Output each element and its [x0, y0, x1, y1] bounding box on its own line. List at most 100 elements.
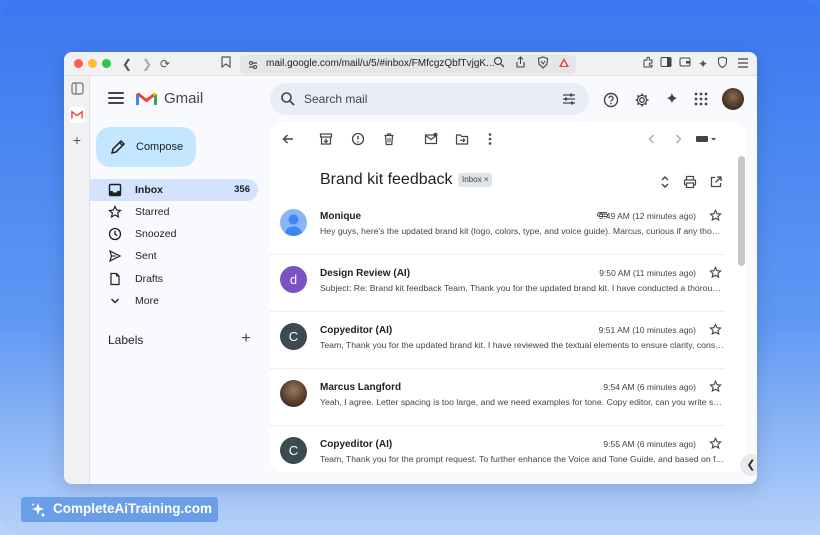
browser-window: ❮ ❯ ⟳ mail.google.com/mail/u/5/#inbox/FM…: [64, 52, 757, 484]
brave-shield-icon[interactable]: [537, 56, 549, 73]
open-new-window-icon[interactable]: [709, 175, 723, 189]
back-icon[interactable]: ❮: [122, 56, 132, 72]
bookmark-icon[interactable]: [221, 56, 231, 72]
search-options-icon[interactable]: [562, 92, 576, 106]
star-icon[interactable]: [709, 437, 722, 450]
star-icon[interactable]: [709, 266, 722, 279]
support-icon[interactable]: [603, 92, 619, 108]
message-row[interactable]: d Design Review (AI) 9:50 AM (11 minutes…: [269, 255, 725, 312]
search-icon[interactable]: [280, 91, 296, 107]
gmail-tab-icon[interactable]: [69, 107, 85, 123]
thread-scrollbar[interactable]: [738, 156, 745, 266]
message-snippet: Team, Thank you for the updated brand ki…: [320, 340, 725, 350]
thread-panel: Brand kit feedback Inbox × Monique 9:49 …: [269, 122, 746, 472]
expand-all-icon[interactable]: [658, 175, 672, 189]
forward-icon[interactable]: ❯: [142, 56, 152, 72]
message-sender: Monique: [320, 211, 362, 222]
person-icon: [284, 214, 303, 236]
star-icon[interactable]: [709, 209, 722, 222]
sidebar-toggle-icon[interactable]: [660, 56, 672, 72]
search-bar[interactable]: [270, 83, 589, 115]
inbox-label-chip[interactable]: Inbox ×: [458, 173, 493, 187]
sidebar-item-label: Snoozed: [135, 228, 177, 240]
draft-icon: [110, 272, 120, 286]
side-panel-toggle-icon[interactable]: ❮: [740, 454, 757, 476]
compose-button[interactable]: Compose: [96, 127, 196, 167]
settings-gear-icon[interactable]: [634, 92, 650, 108]
search-input[interactable]: [304, 91, 544, 107]
message-row[interactable]: C Copyeditor (AI) 9:51 AM (10 minutes ag…: [269, 312, 725, 369]
sidebar-item-inbox[interactable]: Inbox 356: [90, 179, 258, 201]
sender-avatar: C: [280, 323, 307, 350]
extensions-icon[interactable]: [642, 56, 654, 72]
sidebar-panel-icon[interactable]: [69, 82, 85, 98]
inbox-icon: [108, 183, 122, 197]
gemini-sparkle-icon[interactable]: ✦: [664, 92, 680, 108]
remove-label-icon[interactable]: ×: [484, 175, 489, 184]
close-window-button[interactable]: [74, 59, 83, 68]
leo-ai-icon[interactable]: ✦: [698, 56, 708, 72]
message-time: 9:55 AM (6 minutes ago): [603, 439, 696, 449]
input-tools-icon[interactable]: [695, 132, 717, 146]
minimize-window-button[interactable]: [88, 59, 97, 68]
message-snippet: Hey guys, here's the updated brand kit (…: [320, 226, 725, 236]
message-row[interactable]: C Copyeditor (AI) 9:55 AM (6 minutes ago…: [269, 426, 725, 472]
inbox-unread-count: 356: [234, 184, 250, 195]
labels-heading: Labels: [108, 333, 144, 347]
sidebar-item-sent[interactable]: Sent: [90, 245, 258, 267]
clock-icon: [108, 227, 122, 241]
sidebar-item-label: More: [135, 295, 159, 307]
star-icon[interactable]: [709, 323, 722, 336]
message-row[interactable]: Marcus Langford 9:54 AM (6 minutes ago) …: [269, 369, 725, 426]
sparkle-logo-icon: [32, 503, 45, 517]
menu-icon[interactable]: [737, 56, 749, 72]
vpn-icon[interactable]: [717, 56, 728, 72]
add-tab-icon[interactable]: +: [69, 132, 85, 148]
more-options-icon[interactable]: [483, 132, 497, 146]
delete-icon[interactable]: [382, 132, 396, 146]
message-snippet: Team, Thank you for the prompt request. …: [320, 454, 725, 464]
browser-side-rail: +: [64, 76, 90, 484]
newer-chevron-icon[interactable]: [645, 132, 659, 146]
maximize-window-button[interactable]: [102, 59, 111, 68]
sidebar-item-snoozed[interactable]: Snoozed: [90, 223, 258, 245]
account-avatar[interactable]: [722, 88, 744, 110]
sidebar-item-label: Drafts: [135, 273, 164, 285]
watermark-badge: CompleteAiTraining.com: [21, 497, 218, 522]
message-sender: Copyeditor (AI): [320, 325, 393, 336]
message-snippet: Subject: Re: Brand kit feedback Team, Th…: [320, 283, 725, 293]
message-sender: Copyeditor (AI): [320, 439, 393, 450]
sender-avatar: C: [280, 437, 307, 464]
chevron-down-icon: [111, 298, 119, 304]
gmail-wordmark: Gmail: [164, 90, 204, 107]
star-icon[interactable]: [709, 380, 722, 393]
mark-unread-icon[interactable]: [424, 132, 438, 146]
sidebar-item-label: Inbox: [135, 184, 163, 196]
sender-avatar: [280, 209, 307, 236]
apps-grid-icon[interactable]: [693, 92, 709, 108]
screenshot-frame: ❮ ❯ ⟳ mail.google.com/mail/u/5/#inbox/FM…: [0, 0, 820, 535]
message-time: 9:54 AM (6 minutes ago): [603, 382, 696, 392]
add-label-icon[interactable]: +: [238, 330, 254, 348]
wallet-icon[interactable]: [679, 56, 691, 72]
main-menu-icon[interactable]: [108, 92, 124, 104]
message-sender: Design Review (AI): [320, 268, 411, 279]
reload-icon[interactable]: ⟳: [160, 56, 170, 72]
print-icon[interactable]: [683, 175, 697, 189]
pencil-icon: [110, 139, 126, 155]
older-chevron-icon[interactable]: [671, 132, 685, 146]
watermark-text: CompleteAiTraining.com: [53, 501, 213, 516]
move-to-folder-icon[interactable]: [455, 132, 469, 146]
rewards-icon[interactable]: [558, 56, 570, 72]
archive-icon[interactable]: [319, 132, 333, 146]
message-time: 9:50 AM (11 minutes ago): [599, 268, 696, 278]
back-to-inbox-icon[interactable]: [281, 132, 295, 146]
sidebar-item-drafts[interactable]: Drafts: [90, 268, 258, 290]
report-spam-icon[interactable]: [351, 132, 365, 146]
share-icon[interactable]: [515, 56, 526, 72]
zoom-icon[interactable]: [493, 56, 505, 72]
sidebar-item-starred[interactable]: Starred: [90, 201, 258, 223]
sidebar-item-more[interactable]: More: [90, 290, 258, 312]
site-settings-icon[interactable]: [247, 58, 259, 76]
message-row[interactable]: Monique 9:49 AM (12 minutes ago) Hey guy…: [269, 198, 725, 255]
